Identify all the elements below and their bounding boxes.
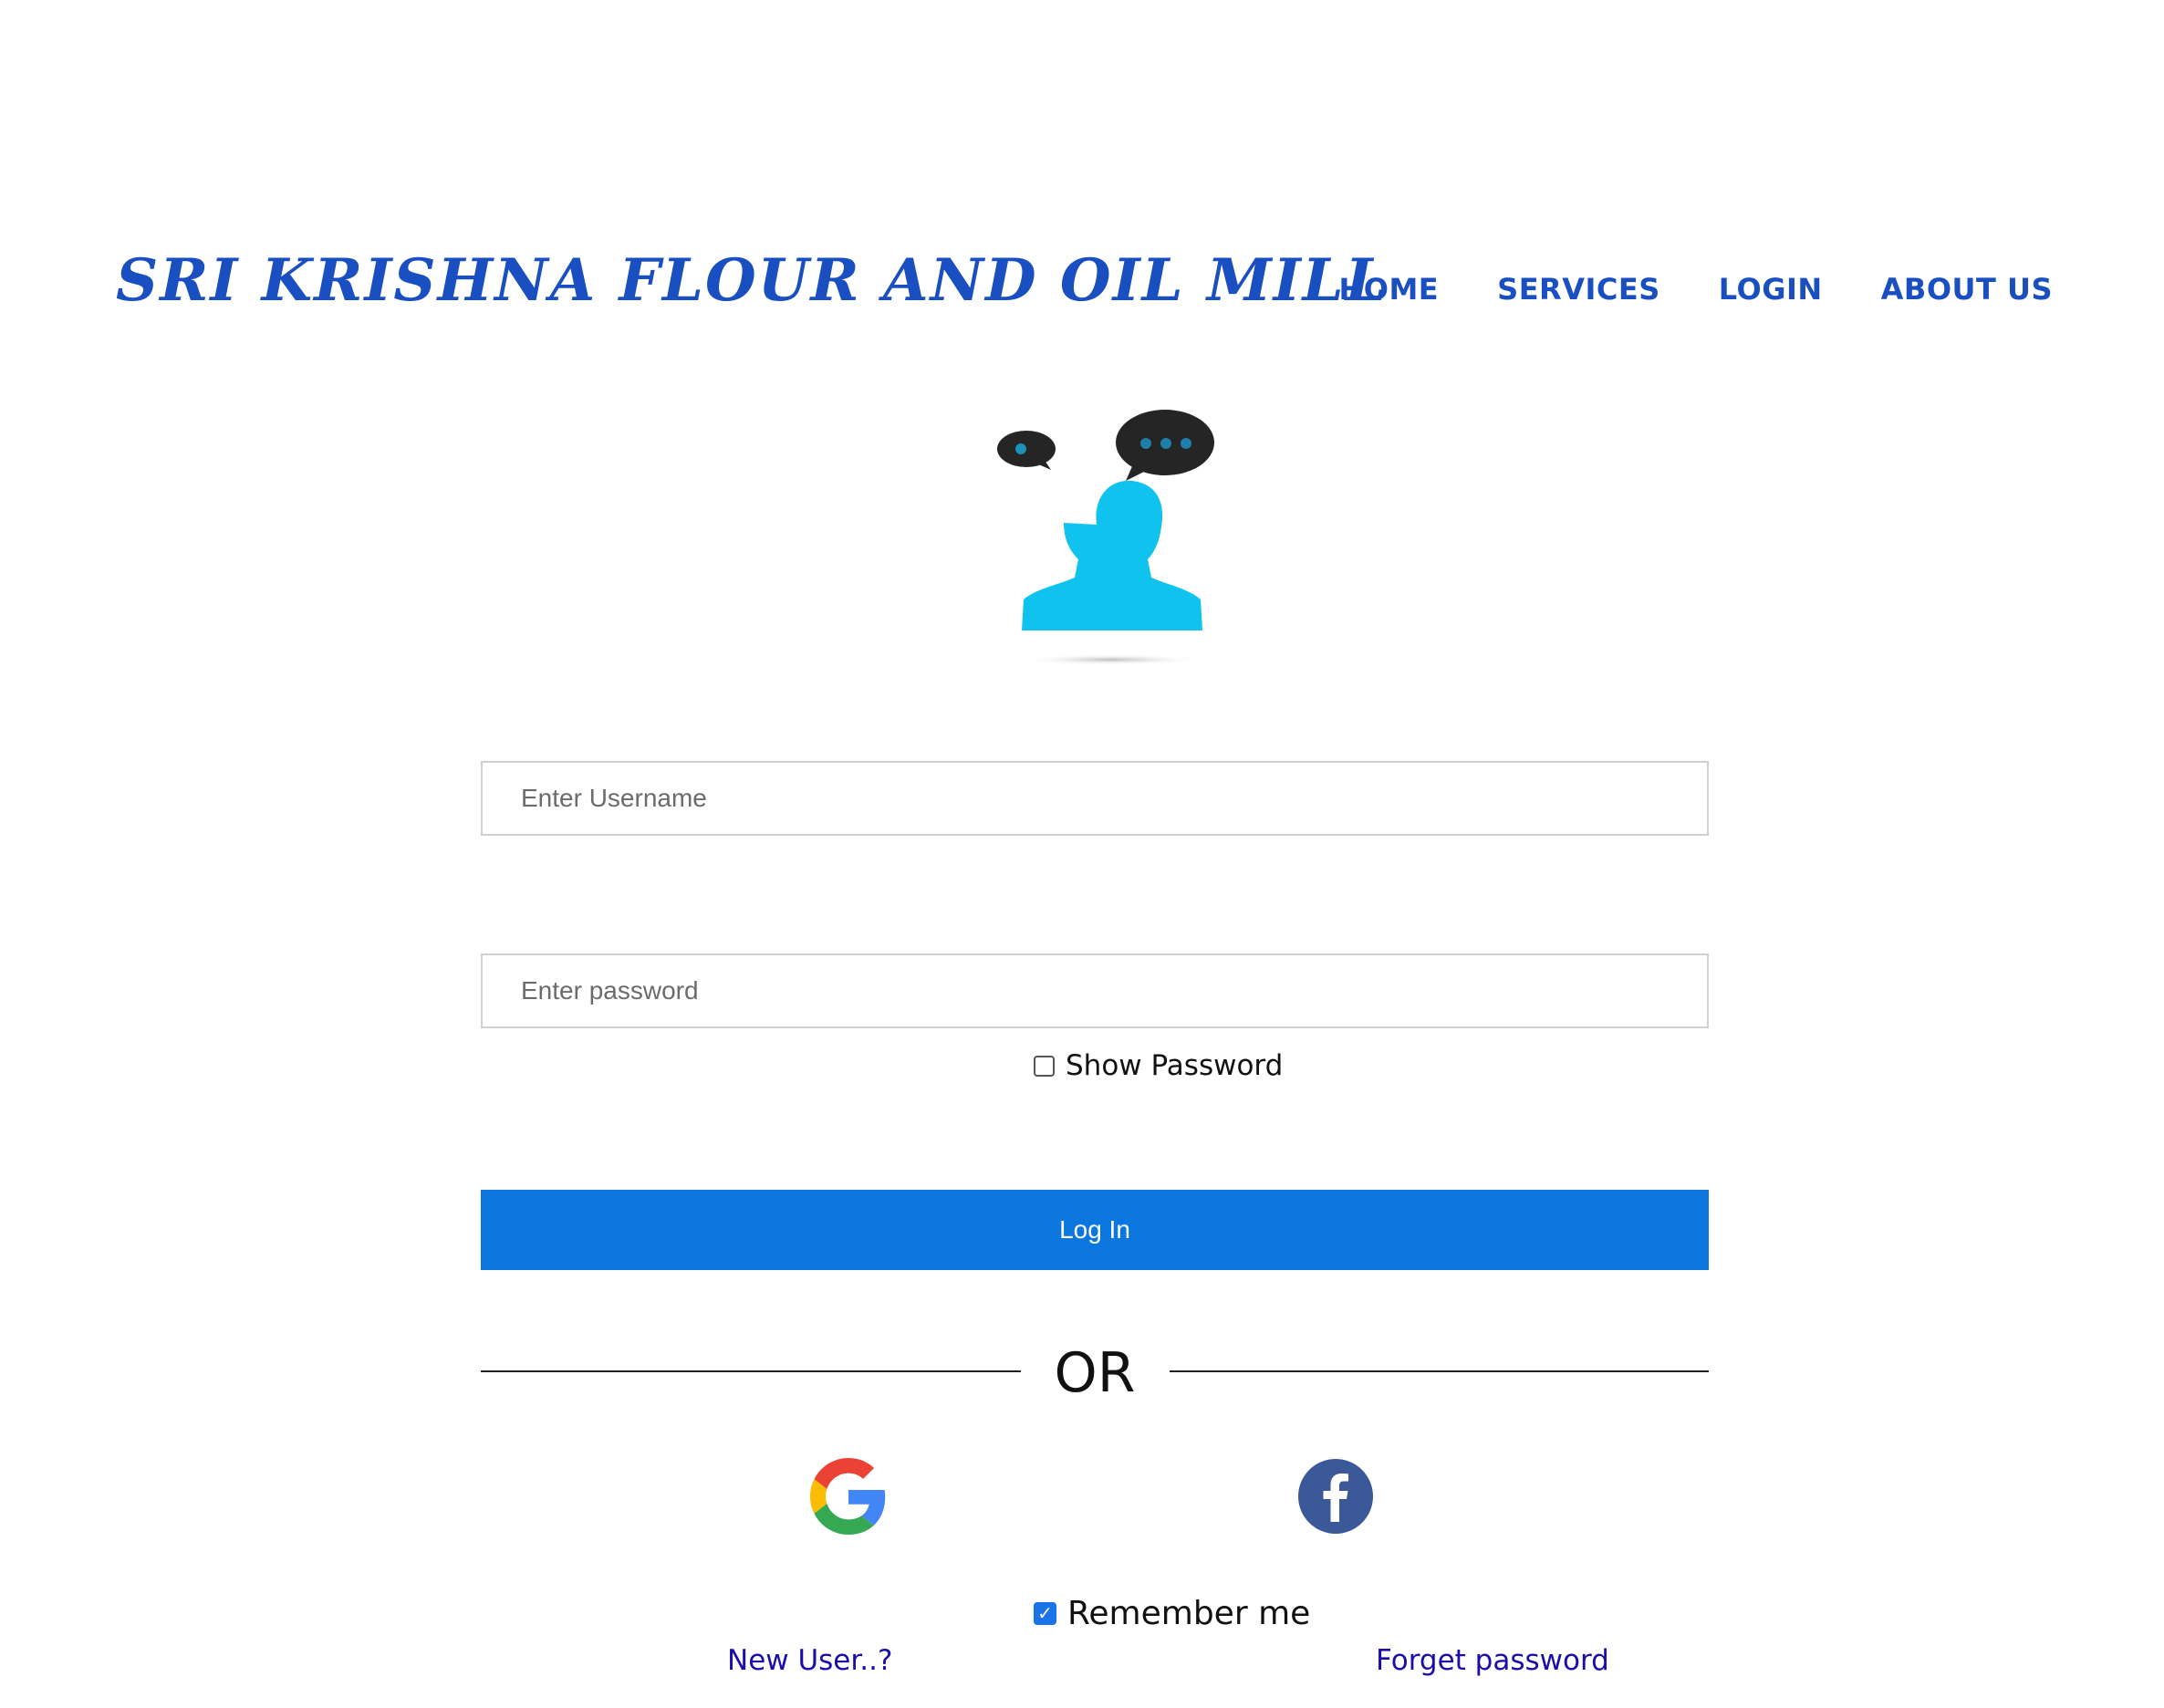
remember-me-checkbox[interactable]: ✓ [1034,1602,1056,1625]
login-button[interactable]: Log In [481,1190,1709,1270]
new-user-link[interactable]: New User..? [727,1644,892,1677]
google-icon[interactable] [810,1458,887,1535]
divider-left [481,1370,1021,1372]
password-input[interactable] [481,953,1709,1028]
show-password-label: Show Password [1066,1049,1284,1082]
username-input[interactable] [481,761,1709,836]
nav-login[interactable]: LOGIN [1719,272,1823,307]
site-title: SRI KRISHNA FLOUR AND OIL MILL [116,246,1389,315]
divider-right [1170,1370,1709,1372]
show-password-checkbox[interactable] [1034,1055,1055,1077]
nav-services[interactable]: SERVICES [1497,272,1660,307]
remember-me-label: Remember me [1067,1595,1311,1632]
or-separator: OR [1054,1341,1136,1405]
user-chat-icon [997,410,1214,665]
nav-about-us[interactable]: ABOUT US [1881,272,2053,307]
main-nav: HOME SERVICES LOGIN ABOUT US [1338,272,2053,307]
show-password-option[interactable]: Show Password [1034,1049,1283,1082]
facebook-icon[interactable] [1297,1458,1374,1535]
remember-me-option[interactable]: ✓ Remember me [1034,1595,1310,1632]
forget-password-link[interactable]: Forget password [1376,1644,1609,1677]
nav-home[interactable]: HOME [1338,272,1439,307]
